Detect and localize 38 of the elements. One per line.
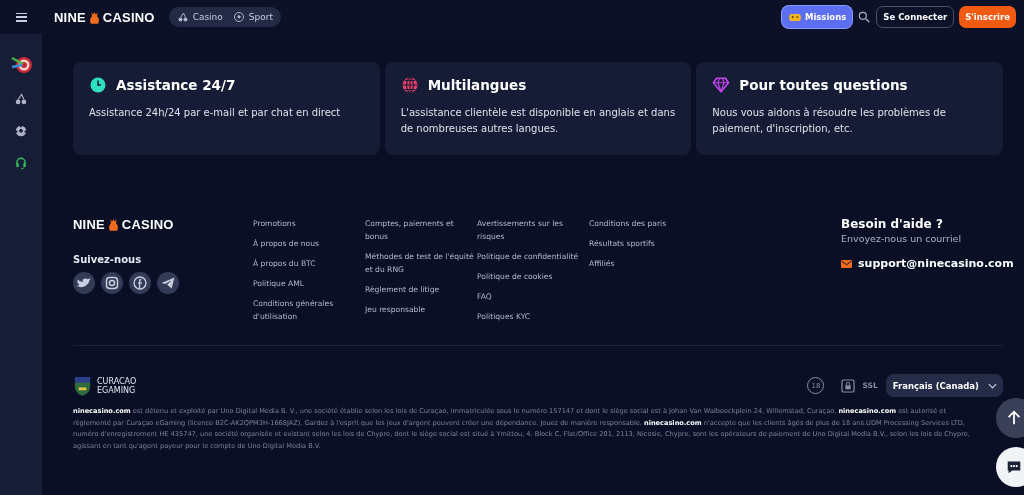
f-letter-icon[interactable]	[129, 272, 151, 294]
card-title: Assistance 24/7	[116, 77, 236, 93]
login-button[interactable]: Se Connecter	[876, 6, 955, 28]
help-subtitle: Envoyez-nous un courriel	[841, 233, 963, 244]
card-text: Nous vous aidons à résoudre les problèmes de paiement, d'inscription, etc.	[712, 106, 947, 136]
logo[interactable]: NINE CASINO	[54, 9, 155, 25]
globe-icon	[400, 76, 419, 94]
chevron-down-icon	[988, 382, 997, 389]
diamond-icon	[712, 76, 731, 94]
nav-link[interactable]: Sport	[232, 11, 273, 23]
card-text: Assistance 24h/24 par e-mail et par chat en direct	[89, 106, 342, 120]
menu-icon[interactable]	[16, 12, 27, 22]
license-text: CURACAO	[97, 376, 137, 386]
camera-icon[interactable]	[101, 272, 123, 294]
card-text: L'assistance clientèle est disponible en anglais et dans de nombreuses autres langues.	[400, 106, 676, 136]
envelope-icon	[841, 259, 852, 268]
scroll-top-button[interactable]	[996, 398, 1024, 438]
card-title: Pour toutes questions	[739, 77, 908, 93]
clock-icon	[89, 76, 107, 94]
bird-icon[interactable]	[73, 272, 95, 294]
card-title: Multilangues	[427, 77, 527, 93]
logo[interactable]: NINE CASINO	[73, 217, 253, 232]
chat-button[interactable]	[996, 447, 1024, 487]
help-title: Besoin d'aide ?	[841, 217, 944, 231]
nav-link[interactable]: Casino	[176, 11, 223, 23]
missions-button[interactable]: Missions	[781, 6, 853, 28]
cherry-icon[interactable]	[14, 92, 28, 106]
cherry-icon	[176, 11, 189, 23]
language-dropdown[interactable]: Français (Canada)	[885, 374, 1003, 397]
shield-icon	[73, 374, 92, 397]
license-text: EGAMING	[97, 385, 137, 395]
arrow-up-icon	[1005, 409, 1023, 427]
paper-plane-icon[interactable]	[157, 272, 179, 294]
email-link[interactable]: support@ninecasino.com	[858, 257, 1014, 270]
headset-icon[interactable]	[14, 156, 28, 170]
search-icon[interactable]	[857, 10, 872, 24]
follow-title: Suivez-nous	[73, 254, 143, 265]
lock-icon	[840, 377, 857, 394]
